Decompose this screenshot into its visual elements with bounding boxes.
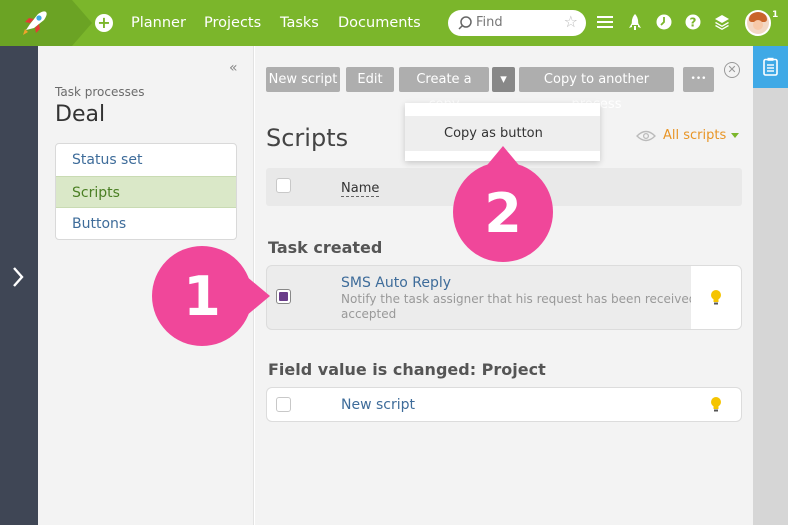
nav-documents[interactable]: Documents: [338, 14, 421, 32]
more-button[interactable]: •••: [683, 67, 714, 92]
nav-tasks[interactable]: Tasks: [280, 14, 319, 32]
search-icon: [458, 16, 472, 30]
create-copy-dropdown-button[interactable]: ▾: [492, 67, 515, 92]
select-all-checkbox[interactable]: [276, 178, 291, 193]
new-script-button[interactable]: New script: [266, 67, 340, 92]
logo[interactable]: [0, 0, 72, 46]
column-name[interactable]: Name: [341, 181, 380, 197]
annotation-badge-1: 1: [152, 246, 270, 346]
script-title[interactable]: New script: [341, 396, 415, 414]
search-input[interactable]: Find ☆: [448, 10, 586, 36]
annotation-1-label: 1: [183, 265, 221, 328]
right-rail: [753, 46, 788, 525]
table-row[interactable]: [266, 387, 742, 422]
edit-button[interactable]: Edit: [346, 67, 394, 92]
collapse-button[interactable]: «: [229, 60, 238, 76]
clock-icon[interactable]: [656, 14, 672, 30]
help-icon[interactable]: ?: [685, 14, 701, 30]
sidebar-item-buttons[interactable]: Buttons: [56, 208, 236, 239]
group-title: Task created: [268, 238, 383, 257]
clipboard-icon: [763, 57, 778, 76]
section-title: Scripts: [266, 124, 349, 152]
group-title: Field value is changed: Project: [268, 360, 546, 379]
side-menu: Status set Scripts Buttons: [55, 143, 237, 240]
bulb-icon[interactable]: [710, 396, 722, 413]
sidebar-item-status-set[interactable]: Status set: [56, 144, 236, 176]
close-icon[interactable]: ✕: [724, 62, 740, 78]
rocket-icon: [23, 11, 47, 35]
script-description-line2: accepted: [341, 307, 397, 321]
chevron-right-icon[interactable]: [11, 266, 25, 288]
menu-icon[interactable]: [597, 14, 613, 30]
copy-to-process-button[interactable]: Copy to another process: [519, 67, 674, 112]
script-description: Notify the task assigner that his reques…: [341, 291, 691, 323]
bulb-icon[interactable]: [710, 289, 722, 306]
star-icon[interactable]: ☆: [564, 13, 578, 31]
notification-count: 1: [772, 10, 779, 20]
top-bar: + Planner Projects Tasks Documents Find …: [0, 0, 788, 46]
layers-icon[interactable]: [714, 14, 730, 30]
annotation-badge-2: 2: [453, 146, 553, 262]
search-placeholder: Find: [476, 15, 503, 30]
sidebar-item-scripts[interactable]: Scripts: [56, 176, 236, 208]
annotation-2-label: 2: [484, 182, 522, 245]
svg-text:?: ?: [690, 16, 697, 30]
left-rail[interactable]: [0, 46, 38, 525]
nav-planner[interactable]: Planner: [131, 14, 186, 32]
eye-icon: [636, 130, 656, 142]
script-description-line1: Notify the task assigner that his reques…: [341, 292, 691, 306]
script-title[interactable]: SMS Auto Reply: [341, 274, 451, 292]
row-checkbox[interactable]: [276, 289, 291, 304]
plus-icon[interactable]: +: [95, 14, 113, 32]
section-label: Task processes: [55, 85, 145, 99]
page-title: Deal: [55, 102, 106, 127]
rocket-small-icon[interactable]: [628, 14, 642, 31]
avatar[interactable]: [745, 10, 771, 36]
row-checkbox[interactable]: [276, 397, 291, 412]
create-copy-button[interactable]: Create a copy: [399, 67, 489, 112]
caret-down-icon[interactable]: [731, 133, 739, 138]
filter-dropdown[interactable]: All scripts: [663, 128, 726, 144]
right-rail-tab[interactable]: [753, 46, 788, 88]
nav-projects[interactable]: Projects: [204, 14, 261, 32]
logo-arrow: [72, 0, 92, 46]
